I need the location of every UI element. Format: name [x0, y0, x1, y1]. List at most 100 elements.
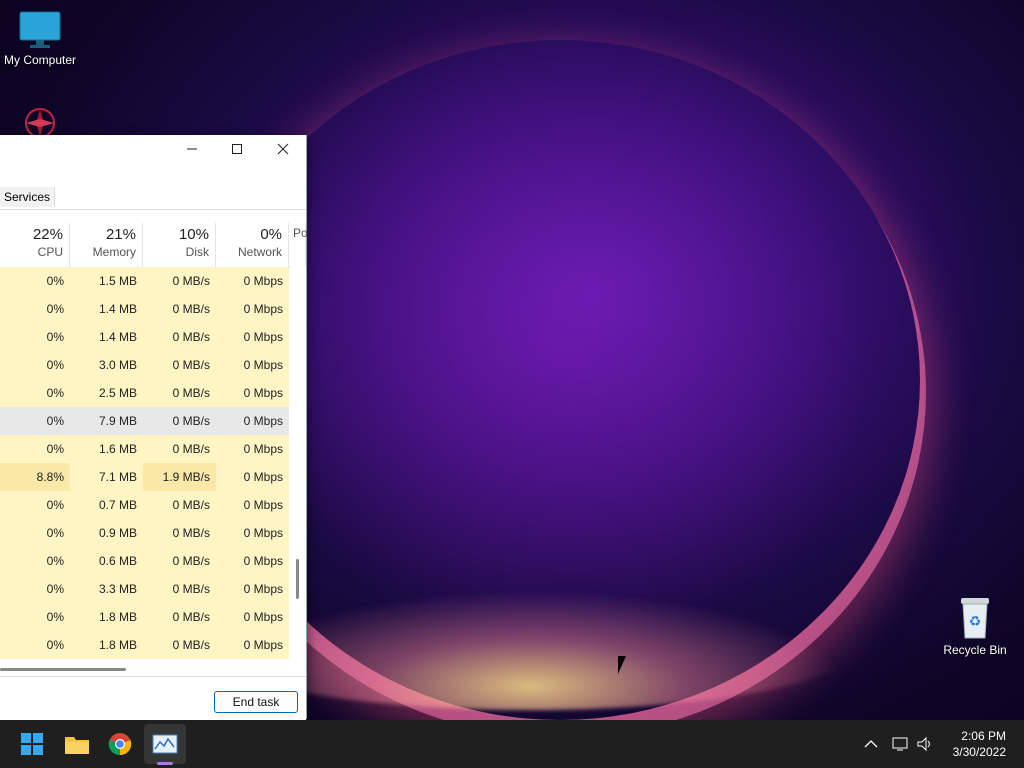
cpu-cell: 0% — [0, 323, 70, 351]
memory-cell: 0.7 MB — [70, 491, 143, 519]
disk-cell: 0 MB/s — [143, 435, 216, 463]
task-manager-icon — [152, 734, 178, 754]
disk-cell: 1.9 MB/s — [143, 463, 216, 491]
column-disk[interactable]: 10% Disk — [143, 223, 216, 267]
column-memory[interactable]: 21% Memory — [70, 223, 143, 267]
file-explorer-button[interactable] — [61, 728, 93, 760]
cpu-cell: 0% — [0, 575, 70, 603]
disk-cell: 0 MB/s — [143, 379, 216, 407]
cpu-cell: 8.8% — [0, 463, 70, 491]
svg-text:♻: ♻ — [969, 613, 982, 629]
memory-cell: 0.9 MB — [70, 519, 143, 547]
memory-label: Memory — [92, 245, 136, 259]
disk-cell: 0 MB/s — [143, 407, 216, 435]
close-icon — [277, 143, 289, 155]
disk-cell: 0 MB/s — [143, 575, 216, 603]
start-button[interactable] — [16, 728, 48, 760]
network-label: Network — [237, 245, 282, 259]
table-row[interactable]: 0% 0.6 MB 0 MB/s 0 Mbps — [0, 547, 290, 575]
table-row[interactable]: 8.8% 7.1 MB 1.9 MB/s 0 Mbps — [0, 463, 290, 491]
table-row[interactable]: 0% 1.8 MB 0 MB/s 0 Mbps — [0, 631, 290, 659]
disk-cell: 0 MB/s — [143, 519, 216, 547]
clock-date: 3/30/2022 — [952, 745, 1006, 759]
chrome-button[interactable] — [104, 728, 136, 760]
cpu-cell: 0% — [0, 351, 70, 379]
minimize-button[interactable] — [170, 135, 214, 163]
table-row[interactable]: 0% 0.9 MB 0 MB/s 0 Mbps — [0, 519, 290, 547]
horizontal-scroll-thumb[interactable] — [0, 668, 126, 671]
cpu-cell: 0% — [0, 379, 70, 407]
memory-cell: 0.6 MB — [70, 547, 143, 575]
table-row[interactable]: 0% 7.9 MB 0 MB/s 0 Mbps — [0, 407, 290, 435]
disk-cell: 0 MB/s — [143, 603, 216, 631]
disk-cell: 0 MB/s — [143, 631, 216, 659]
disk-total: 10% — [178, 226, 209, 243]
tab-services[interactable]: Services — [0, 187, 56, 207]
column-cpu[interactable]: 22% CPU — [0, 223, 70, 267]
memory-cell: 3.3 MB — [70, 575, 143, 603]
memory-cell: 3.0 MB — [70, 351, 143, 379]
network-cell: 0 Mbps — [216, 547, 289, 575]
cpu-cell: 0% — [0, 407, 70, 435]
minimize-icon — [187, 148, 197, 150]
vertical-scrollbar[interactable] — [290, 267, 306, 659]
task-manager-taskbar-icon[interactable] — [149, 728, 181, 760]
memory-cell: 1.6 MB — [70, 435, 143, 463]
memory-cell: 7.9 MB — [70, 407, 143, 435]
network-cell: 0 Mbps — [216, 435, 289, 463]
task-manager-window: Services 22% CPU 21% Memory 10% Disk 0% … — [0, 135, 308, 720]
table-row[interactable]: 0% 1.5 MB 0 MB/s 0 Mbps — [0, 267, 290, 295]
desktop-icon-label: Recycle Bin — [943, 643, 1007, 657]
monitor-icon — [19, 11, 61, 48]
network-tray-button[interactable] — [892, 720, 910, 768]
volume-tray-button[interactable] — [916, 720, 934, 768]
desktop-icon-recycle-bin[interactable]: ♻ Recycle Bin — [935, 596, 1015, 657]
disk-cell: 0 MB/s — [143, 547, 216, 575]
taskbar: 2:06 PM 3/30/2022 — [0, 720, 1024, 768]
tab-bar: Services — [0, 187, 306, 210]
vertical-scroll-thumb[interactable] — [296, 559, 299, 599]
table-row[interactable]: 0% 1.4 MB 0 MB/s 0 Mbps — [0, 295, 290, 323]
file-explorer-icon — [65, 737, 89, 754]
network-cell: 0 Mbps — [216, 463, 289, 491]
table-row[interactable]: 0% 2.5 MB 0 MB/s 0 Mbps — [0, 379, 290, 407]
clock[interactable]: 2:06 PM 3/30/2022 — [953, 728, 1006, 760]
chevron-up-icon — [864, 740, 878, 748]
network-total: 0% — [260, 226, 282, 243]
cpu-cell: 0% — [0, 547, 70, 575]
table-row[interactable]: 0% 0.7 MB 0 MB/s 0 Mbps — [0, 491, 290, 519]
volume-icon — [917, 736, 930, 752]
disk-label: Disk — [185, 245, 209, 259]
network-cell: 0 Mbps — [216, 323, 289, 351]
memory-cell: 1.8 MB — [70, 603, 143, 631]
table-row[interactable]: 0% 3.0 MB 0 MB/s 0 Mbps — [0, 351, 290, 379]
desktop-icon-label: My Computer — [3, 53, 77, 67]
network-icon — [892, 737, 908, 751]
column-power[interactable]: Po — [289, 223, 308, 267]
cpu-cell: 0% — [0, 491, 70, 519]
table-row[interactable]: 0% 1.8 MB 0 MB/s 0 Mbps — [0, 603, 290, 631]
network-cell: 0 Mbps — [216, 631, 289, 659]
cpu-cell: 0% — [0, 519, 70, 547]
disk-cell: 0 MB/s — [143, 491, 216, 519]
memory-cell: 7.1 MB — [70, 463, 143, 491]
chrome-icon — [108, 733, 132, 756]
memory-cell: 1.5 MB — [70, 267, 143, 295]
desktop-icon-my-computer[interactable]: My Computer — [0, 10, 80, 67]
table-row[interactable]: 0% 1.6 MB 0 MB/s 0 Mbps — [0, 435, 290, 463]
column-network[interactable]: 0% Network — [216, 223, 289, 267]
table-row[interactable]: 0% 3.3 MB 0 MB/s 0 Mbps — [0, 575, 290, 603]
network-cell: 0 Mbps — [216, 519, 289, 547]
memory-total: 21% — [105, 226, 136, 243]
recycle-bin-icon: ♻ — [961, 598, 989, 639]
close-button[interactable] — [261, 135, 305, 163]
cpu-cell: 0% — [0, 267, 70, 295]
cpu-cell: 0% — [0, 631, 70, 659]
cpu-cell: 0% — [0, 603, 70, 631]
cpu-total: 22% — [32, 226, 63, 243]
table-row[interactable]: 0% 1.4 MB 0 MB/s 0 Mbps — [0, 323, 290, 351]
show-hidden-icons-button[interactable] — [864, 720, 878, 768]
end-task-button[interactable]: End task — [214, 691, 298, 713]
memory-cell: 1.4 MB — [70, 323, 143, 351]
maximize-button[interactable] — [215, 135, 259, 163]
